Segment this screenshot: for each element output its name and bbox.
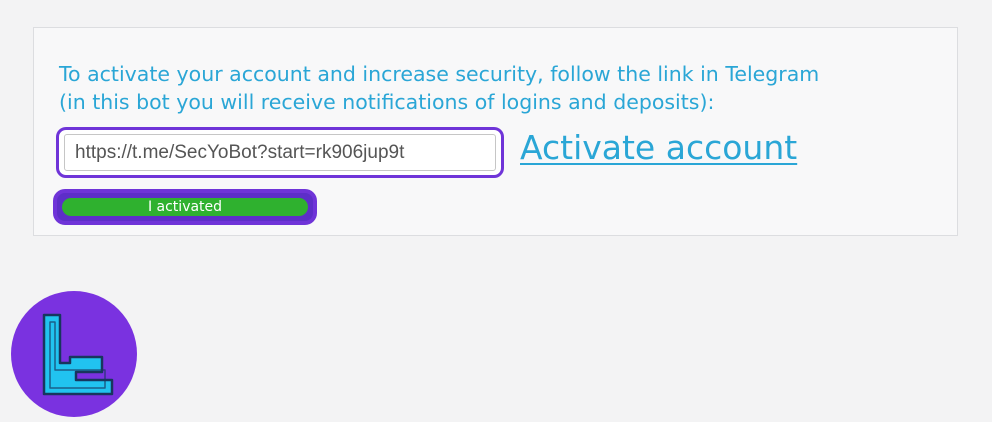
instruction-line-1: To activate your account and increase se…	[59, 62, 820, 86]
telegram-link-input[interactable]	[64, 134, 496, 171]
activation-instruction: To activate your account and increase se…	[59, 60, 939, 116]
telegram-link-highlight	[56, 127, 504, 178]
activation-panel: To activate your account and increase se…	[33, 27, 958, 236]
instruction-line-2: (in this bot you will receive notificati…	[59, 90, 715, 114]
tradingfinder-logo-icon	[10, 290, 138, 418]
activate-account-link[interactable]: Activate account	[520, 128, 797, 168]
i-activated-button[interactable]: I activated	[62, 198, 308, 216]
activated-button-highlight: I activated	[53, 189, 317, 225]
logo-mark-graphic	[11, 291, 137, 417]
